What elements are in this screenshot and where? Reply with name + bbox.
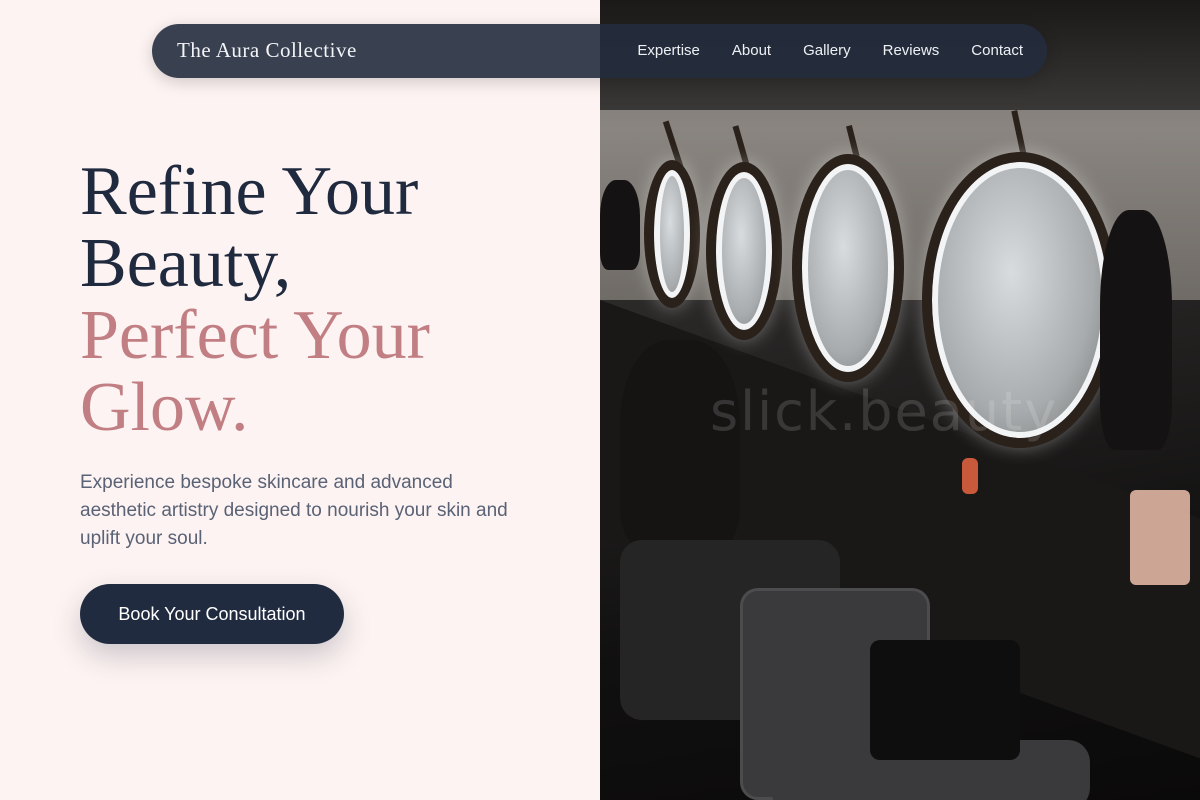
nav-link-contact[interactable]: Contact xyxy=(971,42,1023,59)
salon-photo: slick.beauty xyxy=(600,0,1200,800)
headline-line-2: Beauty, xyxy=(80,225,292,302)
round-mirror xyxy=(792,154,904,382)
handbag xyxy=(870,640,1020,760)
brand-logo-text[interactable]: The Aura Collective xyxy=(177,38,357,63)
client-figure xyxy=(620,340,740,550)
nav-link-expertise[interactable]: Expertise xyxy=(637,42,700,59)
hero-left-panel: Refine Your Beauty, Perfect Your Glow. E… xyxy=(0,0,600,800)
nav-link-reviews[interactable]: Reviews xyxy=(883,42,940,59)
nav-links: Expertise About Gallery Reviews Contact xyxy=(637,42,1023,59)
hero-headline: Refine Your Beauty, Perfect Your Glow. xyxy=(80,156,430,444)
round-mirror xyxy=(706,162,782,340)
round-mirror xyxy=(644,160,700,308)
nav-link-about[interactable]: About xyxy=(732,42,771,59)
background-figure xyxy=(600,180,640,270)
pink-bottle xyxy=(1130,490,1190,585)
top-navbar: The Aura Collective Expertise About Gall… xyxy=(152,24,1047,78)
photo-watermark: slick.beauty xyxy=(710,380,1059,443)
product-bottle xyxy=(962,458,978,494)
hero-subtitle: Experience bespoke skincare and advanced… xyxy=(80,472,508,549)
headline-line-1: Refine Your xyxy=(80,153,419,230)
nav-link-gallery[interactable]: Gallery xyxy=(803,42,851,59)
headline-accent-line-2: Glow. xyxy=(80,369,249,446)
hero-image: slick.beauty xyxy=(600,0,1200,800)
book-consultation-button[interactable]: Book Your Consultation xyxy=(80,584,344,644)
headline-accent-line-1: Perfect Your xyxy=(80,297,430,374)
stylist-figure xyxy=(1100,210,1172,450)
